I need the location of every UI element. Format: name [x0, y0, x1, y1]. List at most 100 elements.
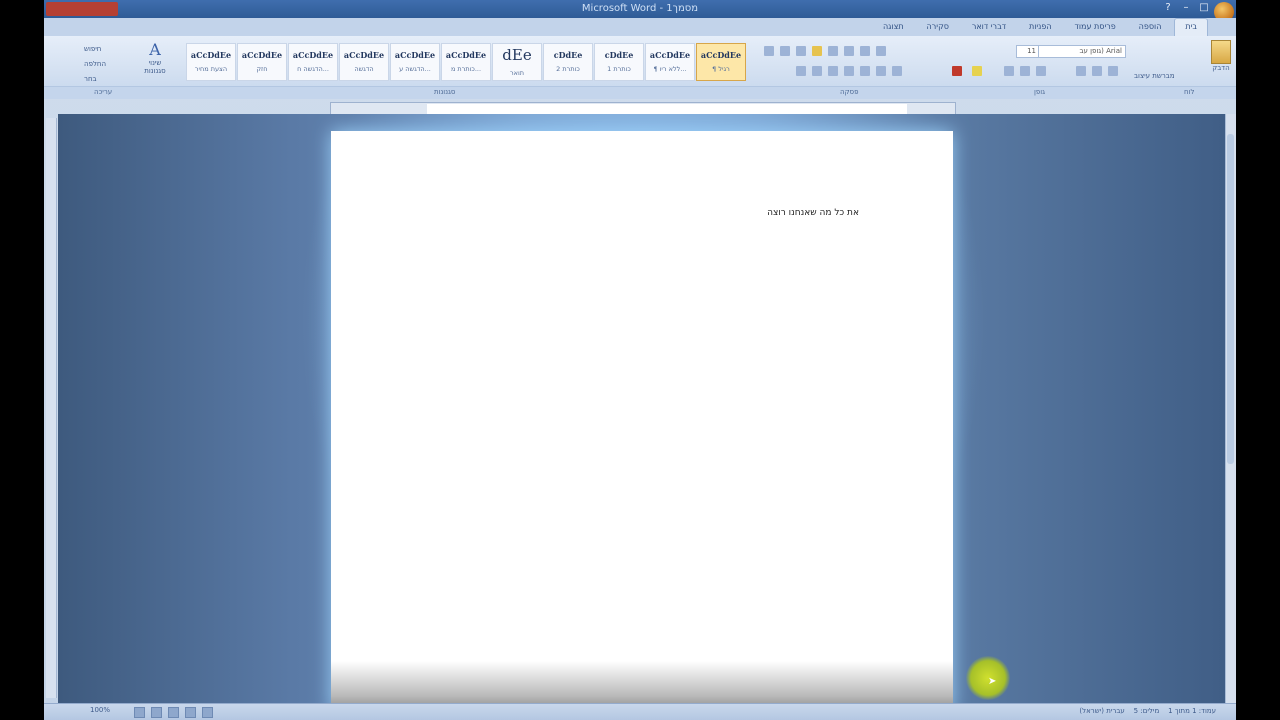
tab-mailings[interactable]: דברי דואר	[962, 19, 1016, 37]
page-info[interactable]: עמוד: 1 מתוך 1	[1168, 707, 1216, 715]
sort-icon[interactable]	[828, 46, 838, 56]
word-count[interactable]: מילים: 5	[1134, 707, 1160, 715]
style-name: הצעת מחיר	[194, 65, 228, 73]
find-button[interactable]: חיפוש	[84, 42, 106, 57]
style-name: כותרת 1	[607, 65, 631, 73]
text-highlight-icon[interactable]	[972, 66, 982, 76]
font-color-icon[interactable]	[952, 66, 962, 76]
style-sample: aCcDdEe	[445, 50, 487, 60]
word-window: Microsoft Word - מסמך1 ? – □ בית הוספה פ…	[44, 0, 1236, 720]
style-name: תואר	[509, 69, 525, 77]
vertical-scrollbar[interactable]	[1225, 114, 1236, 704]
border-icon[interactable]	[892, 66, 902, 76]
style-tile[interactable]: dEe תואר	[492, 43, 542, 81]
change-styles-label: שינוי סגנונות	[144, 59, 166, 75]
document-page[interactable]: את כל מה שאנחנו רוצה	[331, 131, 953, 704]
ribbon-tab-row: בית הוספה פריסת עמוד הפניות דברי דואר סק…	[44, 18, 1236, 37]
tab-view[interactable]: תצוגה	[873, 19, 914, 37]
status-bar: 100% עמוד: 1 מתוך 1 מילים: 5 עברית (ישרא…	[44, 703, 1236, 720]
style-sample: cDdEe	[553, 50, 583, 60]
style-tile[interactable]: aCcDdEe הדגשה	[339, 43, 389, 81]
web-layout-icon[interactable]	[168, 707, 179, 718]
scrollbar-thumb[interactable]	[1227, 134, 1234, 464]
title-bar: Microsoft Word - מסמך1 ? – □	[44, 0, 1236, 22]
style-tile-selected[interactable]: aCcDdEe ¶ רגיל	[696, 43, 746, 81]
align-right-icon[interactable]	[844, 66, 854, 76]
outline-icon[interactable]	[185, 707, 196, 718]
mouse-cursor-icon: ➤	[988, 676, 997, 687]
group-label-styles: סגנונות	[434, 88, 456, 96]
help-icon[interactable]: ?	[1162, 2, 1174, 14]
style-name: הדגשה ע...	[399, 65, 431, 73]
tab-review[interactable]: סקירה	[917, 19, 959, 37]
subscript-icon[interactable]	[1020, 66, 1030, 76]
paste-label: הדבק	[1212, 64, 1230, 72]
tab-home[interactable]: בית	[1174, 18, 1208, 37]
vertical-ruler[interactable]	[46, 118, 57, 698]
group-label-editing: עריכה	[94, 88, 113, 96]
style-tile[interactable]: cDdEe כותרת 1	[594, 43, 644, 81]
style-tile[interactable]: aCcDdEe ¶ ללא ריו...	[645, 43, 695, 81]
line-spacing-icon[interactable]	[812, 66, 822, 76]
select-button[interactable]: בחר	[84, 72, 106, 87]
bold-icon[interactable]	[1108, 66, 1118, 76]
full-screen-icon[interactable]	[151, 707, 162, 718]
change-styles-button[interactable]: A שינוי סגנונות	[140, 40, 170, 75]
style-tile[interactable]: cDdEe כותרת 2	[543, 43, 593, 81]
change-styles-icon: A	[149, 40, 161, 59]
style-sample: aCcDdEe	[649, 50, 691, 60]
status-info: עמוד: 1 מתוך 1 מילים: 5 עברית (ישראל)	[1079, 707, 1216, 715]
window-title: Microsoft Word - מסמך1	[581, 3, 699, 14]
ruler-active-area	[427, 104, 907, 114]
group-label-clipboard: לוח	[1184, 88, 1195, 96]
font-size-box[interactable]: 11	[1016, 45, 1040, 58]
draft-icon[interactable]	[202, 707, 213, 718]
show-marks-icon[interactable]	[796, 46, 806, 56]
font-name-box[interactable]: Arial (גופן עב	[1038, 45, 1126, 58]
tab-insert[interactable]: הוספה	[1129, 19, 1172, 37]
style-sample: aCcDdEe	[700, 50, 742, 60]
paste-button[interactable]: הדבק	[1208, 40, 1234, 72]
zoom-level[interactable]: 100%	[90, 706, 110, 714]
strikethrough-icon[interactable]	[1036, 66, 1046, 76]
numbering-icon[interactable]	[860, 46, 870, 56]
print-layout-icon[interactable]	[134, 707, 145, 718]
document-text[interactable]: את כל מה שאנחנו רוצה	[767, 208, 859, 218]
style-tile[interactable]: aCcDdEe הצעת מחיר	[186, 43, 236, 81]
rtl-direction-icon[interactable]	[764, 46, 774, 56]
language-indicator[interactable]: עברית (ישראל)	[1079, 707, 1124, 715]
style-tile[interactable]: aCcDdEe כותרת מ...	[441, 43, 491, 81]
quick-access-toolbar[interactable]	[46, 2, 118, 16]
format-painter-button[interactable]: מברשת עיצוב	[1134, 72, 1175, 80]
minimize-icon[interactable]: –	[1180, 2, 1192, 14]
bullets-icon[interactable]	[876, 46, 886, 56]
italic-icon[interactable]	[1092, 66, 1102, 76]
maximize-icon[interactable]: □	[1198, 2, 1210, 14]
align-left-icon[interactable]	[876, 66, 886, 76]
view-buttons	[134, 707, 213, 718]
superscript-icon[interactable]	[1004, 66, 1014, 76]
underline-icon[interactable]	[1076, 66, 1086, 76]
style-tile[interactable]: aCcDdEe חזק	[237, 43, 287, 81]
style-name: ¶ רגיל	[712, 65, 730, 73]
replace-button[interactable]: החלפה	[84, 57, 106, 72]
style-name: הדגשה	[354, 65, 374, 73]
indent-icon[interactable]	[844, 46, 854, 56]
align-center-icon[interactable]	[860, 66, 870, 76]
shading-icon[interactable]	[796, 66, 806, 76]
style-tile[interactable]: aCcDdEe הדגשה ע...	[390, 43, 440, 81]
tab-page-layout[interactable]: פריסת עמוד	[1064, 19, 1125, 37]
style-name: חזק	[256, 65, 268, 73]
tab-references[interactable]: הפניות	[1019, 19, 1062, 37]
highlight-icon[interactable]	[812, 46, 822, 56]
style-sample: aCcDdEe	[241, 50, 283, 60]
group-label-font: גופן	[1034, 88, 1046, 96]
page-bottom-fade	[331, 661, 953, 704]
group-label-paragraph: פסקה	[840, 88, 859, 96]
ltr-direction-icon[interactable]	[780, 46, 790, 56]
window-controls: ? – □	[1162, 2, 1210, 14]
clipboard-icon	[1211, 40, 1231, 64]
justify-icon[interactable]	[828, 66, 838, 76]
style-name: כותרת 2	[556, 65, 580, 73]
style-tile[interactable]: aCcDdEe הדגשה ח...	[288, 43, 338, 81]
